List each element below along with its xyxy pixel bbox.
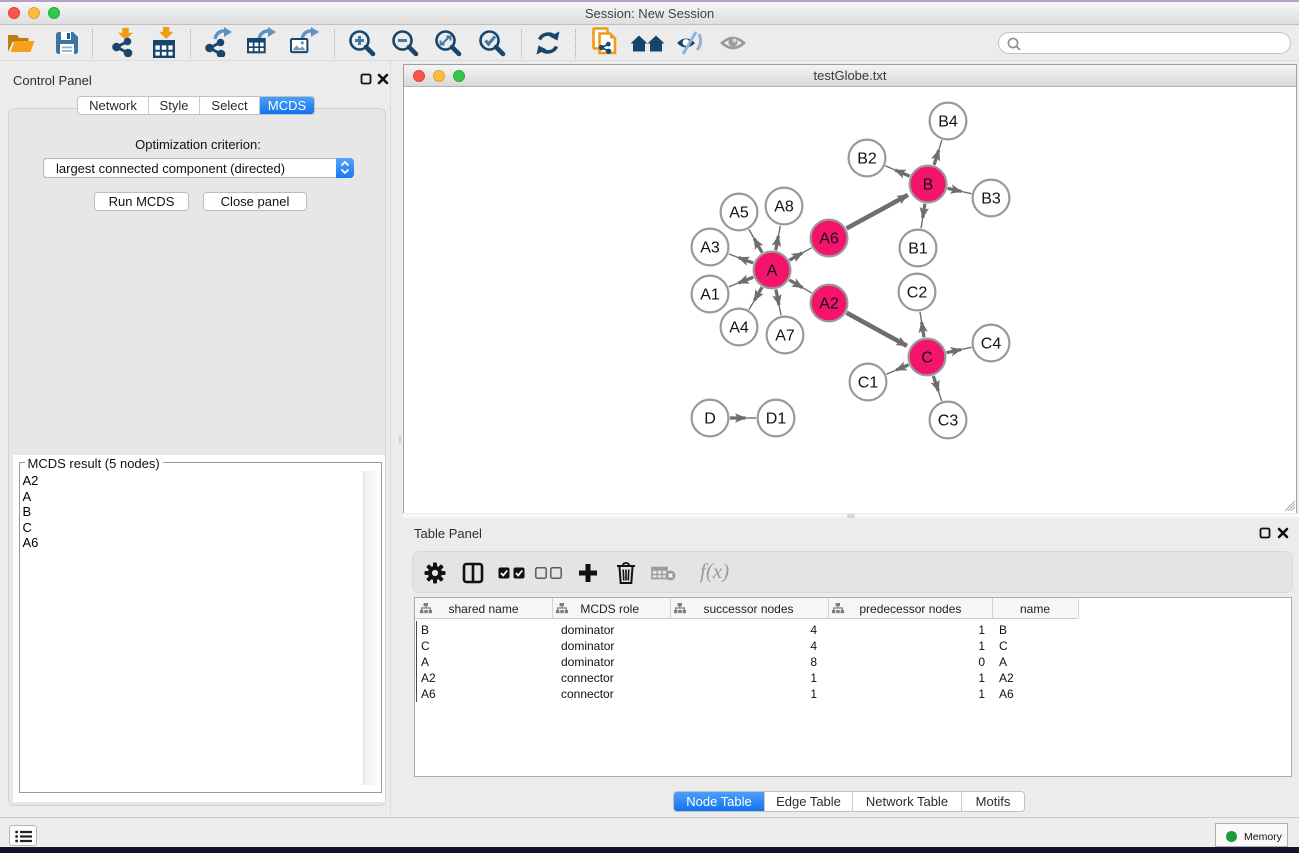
svg-text:C3: C3 [938,413,959,430]
svg-text:D: D [704,411,716,428]
svg-text:C2: C2 [907,285,928,302]
svg-text:C: C [921,350,933,367]
svg-text:A2: A2 [819,296,839,313]
svg-text:C1: C1 [858,375,879,392]
svg-text:A3: A3 [700,240,720,257]
svg-text:A7: A7 [775,328,795,345]
svg-text:A4: A4 [729,320,749,337]
svg-text:B3: B3 [981,191,1001,208]
svg-text:A1: A1 [700,287,720,304]
svg-text:B1: B1 [908,241,928,258]
svg-text:A5: A5 [729,205,749,222]
svg-text:B4: B4 [938,114,958,131]
svg-text:B: B [923,177,934,194]
svg-text:C4: C4 [981,336,1002,353]
svg-text:A6: A6 [819,231,839,248]
svg-text:D1: D1 [766,411,787,428]
svg-text:B2: B2 [857,151,877,168]
svg-text:A: A [767,263,778,280]
svg-text:A8: A8 [774,199,794,216]
